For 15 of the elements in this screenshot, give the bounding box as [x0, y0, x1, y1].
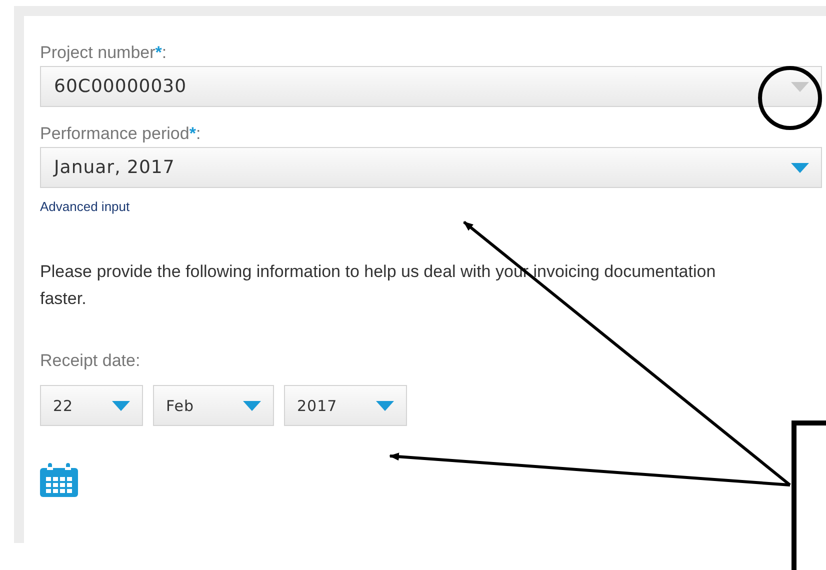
annotation-circle	[758, 66, 822, 130]
dropdown[interactable]: 2017	[284, 385, 407, 426]
field-label: Receipt date:	[40, 350, 140, 372]
caret-icon	[243, 400, 261, 410]
dropdown[interactable]: 22	[40, 385, 143, 426]
dropdown[interactable]: Januar, 2017	[40, 147, 822, 188]
caret-icon	[376, 400, 394, 410]
advanced-input-link[interactable]: Advanced input	[40, 199, 130, 214]
dropdown[interactable]: Feb	[153, 385, 274, 426]
field-label: Performance period*:	[40, 123, 201, 145]
caret-icon	[112, 400, 130, 410]
caret-icon	[791, 82, 809, 92]
calendar-icon[interactable]	[40, 463, 78, 497]
caret-icon	[791, 162, 809, 172]
field-label: Project number*:	[40, 42, 167, 64]
